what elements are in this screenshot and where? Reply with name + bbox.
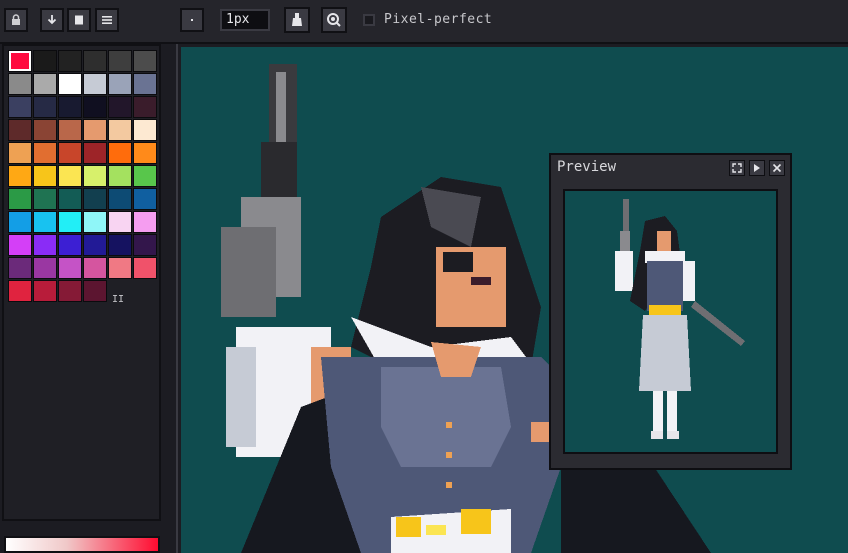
palette-swatch[interactable] bbox=[8, 165, 32, 187]
palette-swatch[interactable] bbox=[83, 73, 107, 95]
palette-swatch[interactable] bbox=[8, 50, 32, 72]
palette-swatch[interactable] bbox=[33, 96, 57, 118]
palette-swatch[interactable] bbox=[108, 211, 132, 233]
palette-swatch[interactable] bbox=[133, 257, 157, 279]
palette-swatch[interactable] bbox=[133, 50, 157, 72]
fullscreen-icon bbox=[732, 163, 742, 173]
palette-swatch[interactable] bbox=[133, 119, 157, 141]
palette-swatch[interactable] bbox=[83, 280, 107, 302]
palette-swatch[interactable] bbox=[83, 257, 107, 279]
lock-icon bbox=[12, 14, 20, 25]
palette-swatch[interactable] bbox=[58, 280, 82, 302]
palette-swatch[interactable] bbox=[33, 165, 57, 187]
fill-bucket-icon bbox=[292, 13, 302, 26]
palette-swatch[interactable] bbox=[108, 96, 132, 118]
palette-swatch[interactable] bbox=[33, 142, 57, 164]
palette-swatch[interactable] bbox=[33, 119, 57, 141]
palette-swatch[interactable] bbox=[108, 142, 132, 164]
palette-swatch[interactable] bbox=[58, 188, 82, 210]
palette-swatch[interactable] bbox=[108, 188, 132, 210]
palette-swatch[interactable] bbox=[8, 188, 32, 210]
dot-brush-icon bbox=[191, 19, 193, 21]
palette-swatch[interactable] bbox=[58, 257, 82, 279]
palette-swatch[interactable] bbox=[33, 257, 57, 279]
close-icon bbox=[772, 163, 782, 173]
palette-swatch[interactable] bbox=[33, 73, 57, 95]
palette-swatch[interactable] bbox=[133, 234, 157, 256]
menu-button[interactable] bbox=[95, 8, 119, 32]
palette-swatch[interactable] bbox=[83, 50, 107, 72]
palette-swatch[interactable] bbox=[8, 119, 32, 141]
preview-sprite bbox=[615, 199, 745, 439]
pixel-perfect-label: Pixel-perfect bbox=[384, 12, 493, 27]
menu-icon bbox=[102, 16, 112, 24]
zoom-button[interactable] bbox=[321, 7, 347, 33]
toolbar: 1px Pixel-perfect bbox=[0, 0, 848, 44]
palette-swatch[interactable] bbox=[133, 188, 157, 210]
brush-shape-button[interactable] bbox=[180, 8, 204, 32]
palette-swatch[interactable] bbox=[33, 280, 57, 302]
fill-button[interactable] bbox=[284, 7, 310, 33]
preview-fullscreen-button[interactable] bbox=[729, 160, 745, 176]
palette-swatch[interactable] bbox=[8, 257, 32, 279]
palette-swatch[interactable] bbox=[83, 165, 107, 187]
palette-swatch[interactable] bbox=[83, 188, 107, 210]
palette-swatch[interactable] bbox=[58, 119, 82, 141]
palette-swatch[interactable] bbox=[58, 50, 82, 72]
palette-swatch[interactable] bbox=[8, 280, 32, 302]
palette-swatch[interactable] bbox=[133, 165, 157, 187]
swatch-grid bbox=[8, 50, 158, 302]
palette-swatch[interactable] bbox=[58, 142, 82, 164]
palette-swatch[interactable] bbox=[58, 73, 82, 95]
palette-swatch[interactable] bbox=[33, 188, 57, 210]
palette-swatch[interactable] bbox=[8, 211, 32, 233]
file-button[interactable] bbox=[67, 8, 91, 32]
palette-swatch[interactable] bbox=[133, 142, 157, 164]
palette-swatch[interactable] bbox=[8, 96, 32, 118]
preview-title: Preview bbox=[557, 159, 617, 175]
palette-swatch[interactable] bbox=[108, 234, 132, 256]
magnifier-icon bbox=[327, 13, 341, 27]
palette-swatch[interactable] bbox=[133, 73, 157, 95]
palette-swatch[interactable] bbox=[58, 165, 82, 187]
preview-play-button[interactable] bbox=[749, 160, 765, 176]
palette-swatch[interactable] bbox=[58, 96, 82, 118]
palette-swatch[interactable] bbox=[83, 96, 107, 118]
preview-close-button[interactable] bbox=[769, 160, 785, 176]
palette-swatch[interactable] bbox=[83, 142, 107, 164]
palette-swatch[interactable] bbox=[33, 50, 57, 72]
palette-swatch[interactable] bbox=[8, 234, 32, 256]
palette-panel: II bbox=[2, 44, 161, 521]
color-slider[interactable] bbox=[4, 536, 160, 553]
palette-swatch[interactable] bbox=[58, 211, 82, 233]
palette-swatch[interactable] bbox=[8, 142, 32, 164]
export-button[interactable] bbox=[40, 8, 64, 32]
palette-swatch[interactable] bbox=[58, 234, 82, 256]
palette-swatch[interactable] bbox=[83, 211, 107, 233]
palette-swatch[interactable] bbox=[133, 211, 157, 233]
palette-resize-handle[interactable]: II bbox=[112, 295, 124, 305]
file-icon bbox=[75, 15, 83, 25]
palette-swatch[interactable] bbox=[8, 73, 32, 95]
play-icon bbox=[754, 164, 760, 172]
brush-size-input[interactable]: 1px bbox=[220, 9, 270, 31]
palette-swatch[interactable] bbox=[108, 257, 132, 279]
preview-viewport bbox=[563, 189, 778, 454]
palette-swatch[interactable] bbox=[108, 165, 132, 187]
arrow-down-icon bbox=[47, 15, 57, 25]
palette-swatch[interactable] bbox=[108, 73, 132, 95]
palette-swatch[interactable] bbox=[108, 119, 132, 141]
palette-swatch[interactable] bbox=[33, 211, 57, 233]
palette-swatch[interactable] bbox=[83, 119, 107, 141]
preview-window[interactable]: Preview bbox=[549, 153, 792, 470]
palette-swatch[interactable] bbox=[108, 50, 132, 72]
palette-swatch[interactable] bbox=[83, 234, 107, 256]
palette-swatch[interactable] bbox=[33, 234, 57, 256]
lock-button[interactable] bbox=[4, 8, 28, 32]
palette-swatch[interactable] bbox=[133, 96, 157, 118]
pixel-perfect-checkbox[interactable] bbox=[363, 14, 375, 26]
